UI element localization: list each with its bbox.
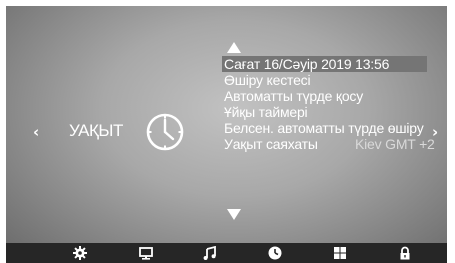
menu-item-label: Белсен. автоматты түрде өшіру (224, 120, 424, 136)
menu-item-label: Ұйқы таймері (224, 104, 308, 120)
gear-icon[interactable] (73, 246, 87, 260)
menu-item-off-schedule[interactable]: Өшіру кестесі (222, 72, 447, 88)
menu-item-label: Сағат 16/Сәуір 2019 13:56 (224, 56, 390, 72)
monitor-icon[interactable] (139, 246, 153, 260)
menu-item-label: Автоматты түрде қосу (224, 88, 364, 104)
section-title: УАҚЫТ (69, 121, 123, 140)
menu-item-label: Уақыт саяхаты (224, 136, 318, 152)
clock-icon (146, 113, 184, 151)
tv-settings-screen: ‹ › УАҚЫТ Сағат 16/Сәуір 2019 13:56 Өшір… (6, 6, 447, 263)
menu-item-sleep-timer[interactable]: Ұйқы таймері (222, 104, 447, 120)
menu-item-auto-power-on[interactable]: Автоматты түрде қосу (222, 88, 447, 104)
scroll-down-arrow-icon[interactable] (226, 208, 242, 221)
time-settings-menu: Сағат 16/Сәуір 2019 13:56 Өшіру кестесі … (222, 56, 447, 152)
lock-icon[interactable] (398, 246, 412, 260)
clock-icon[interactable] (268, 246, 282, 260)
menu-item-label: Өшіру кестесі (224, 72, 311, 88)
music-note-icon[interactable] (203, 246, 217, 260)
scroll-up-arrow-icon[interactable] (226, 41, 242, 54)
menu-item-auto-power-off[interactable]: Белсен. автоматты түрде өшіру (222, 120, 447, 136)
menu-item-clock[interactable]: Сағат 16/Сәуір 2019 13:56 (222, 56, 427, 72)
category-bar (6, 243, 447, 263)
time-zone-value: Kiev GMT +2 (355, 136, 435, 152)
previous-section-arrow-icon[interactable]: ‹ (33, 125, 39, 140)
grid-icon[interactable] (333, 246, 347, 260)
menu-item-time-zone[interactable]: Уақыт саяхаты Kiev GMT +2 (222, 136, 447, 152)
